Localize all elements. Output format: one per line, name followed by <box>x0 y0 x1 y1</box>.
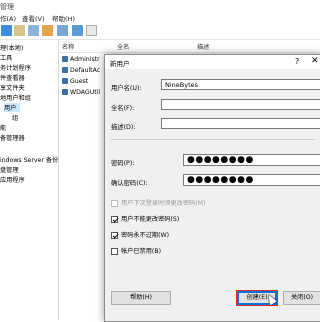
tree-node[interactable]: 备管理器 <box>0 133 25 142</box>
column-name[interactable]: 名称 <box>62 42 74 51</box>
confirm-password-label: 确认密码(C): <box>111 180 148 187</box>
tree-node[interactable]: 务计划程序 <box>0 63 31 72</box>
fullname-field[interactable] <box>161 99 320 110</box>
properties-icon[interactable] <box>72 25 83 36</box>
tree-node[interactable]: 件查看器 <box>0 73 25 82</box>
list-item[interactable]: DefaultAc <box>62 67 100 74</box>
list-item[interactable]: WDAGUtil <box>62 89 100 96</box>
must-change-password-checkbox[interactable]: 用户下次登录时须更改密码(M) <box>111 198 205 207</box>
toolbar <box>0 22 320 40</box>
tree-node[interactable]: 工具 <box>0 53 12 62</box>
dialog-title: 新用户 <box>110 60 130 68</box>
tree-node[interactable]: 能 <box>0 123 6 132</box>
username-label: 用户名(U): <box>111 85 142 92</box>
user-icon <box>62 89 68 95</box>
divider <box>111 139 315 140</box>
checkbox-box[interactable] <box>111 215 118 223</box>
checkbox-box[interactable] <box>111 199 118 207</box>
column-description[interactable]: 描述 <box>197 42 209 51</box>
checkbox-box[interactable] <box>111 247 118 255</box>
close-icon[interactable]: ✕ <box>311 56 319 66</box>
user-icon <box>62 67 68 73</box>
checkbox-box[interactable] <box>111 231 118 239</box>
back-icon[interactable] <box>1 25 12 36</box>
username-field[interactable]: NineBytes <box>161 79 320 90</box>
tree-node[interactable]: 享文件夹 <box>0 83 25 92</box>
new-user-dialog: 新用户 ? ✕ 用户名(U): NineBytes 全名(F): 描述(D): … <box>104 54 320 322</box>
fullname-label: 全名(F): <box>111 105 135 112</box>
tree-node[interactable]: 理(本地) <box>0 43 23 52</box>
account-disabled-checkbox[interactable]: 帐户已禁用(B) <box>111 246 161 255</box>
close-button[interactable]: 关闭(O) <box>283 291 320 305</box>
password-label: 密码(P): <box>111 160 135 167</box>
password-field[interactable]: ●●●●●●●● <box>183 154 320 166</box>
up-icon[interactable] <box>14 25 25 36</box>
list-header: 名称 全名 描述 <box>59 40 320 53</box>
navigation-tree: 理(本地) 工具 务计划程序 件查看器 享文件夹 地用户和组 用户 组 能 备管… <box>0 40 59 320</box>
tree-node[interactable]: 组 <box>12 113 18 122</box>
tree-node-users[interactable]: 用户 <box>4 103 21 112</box>
description-label: 描述(D): <box>111 124 136 131</box>
list-item[interactable]: Administr <box>62 56 100 63</box>
user-icon <box>62 78 68 84</box>
list-item[interactable]: Guest <box>62 78 88 85</box>
password-never-expires-checkbox[interactable]: 密码永不过期(W) <box>111 230 169 239</box>
window-title: 管理 <box>0 3 14 11</box>
description-field[interactable] <box>161 118 320 129</box>
tree-node[interactable]: indows Server 备份 <box>0 155 58 164</box>
help-icon[interactable]: ? <box>295 57 299 66</box>
help-icon[interactable] <box>86 25 97 36</box>
user-icon <box>62 56 68 62</box>
tree-node[interactable]: 地用户和组 <box>0 93 31 102</box>
confirm-password-field[interactable]: ●●●●●●●● <box>183 174 320 186</box>
help-button[interactable]: 帮助(H) <box>111 291 171 305</box>
column-fullname[interactable]: 全名 <box>117 42 129 51</box>
menu-bar: 作(A) 查看(V) 帮助(H) <box>0 12 320 23</box>
export-icon[interactable] <box>42 25 53 36</box>
tree-node[interactable]: 盘管理 <box>0 165 19 174</box>
cannot-change-password-checkbox[interactable]: 用户不能更改密码(S) <box>111 214 179 223</box>
window-titlebar: 管理 <box>0 0 320 12</box>
refresh-icon[interactable] <box>57 25 68 36</box>
dialog-titlebar: 新用户 ? ✕ <box>105 55 320 69</box>
show-hide-tree-icon[interactable] <box>28 25 39 36</box>
tree-node[interactable]: 应用程序 <box>0 175 25 184</box>
